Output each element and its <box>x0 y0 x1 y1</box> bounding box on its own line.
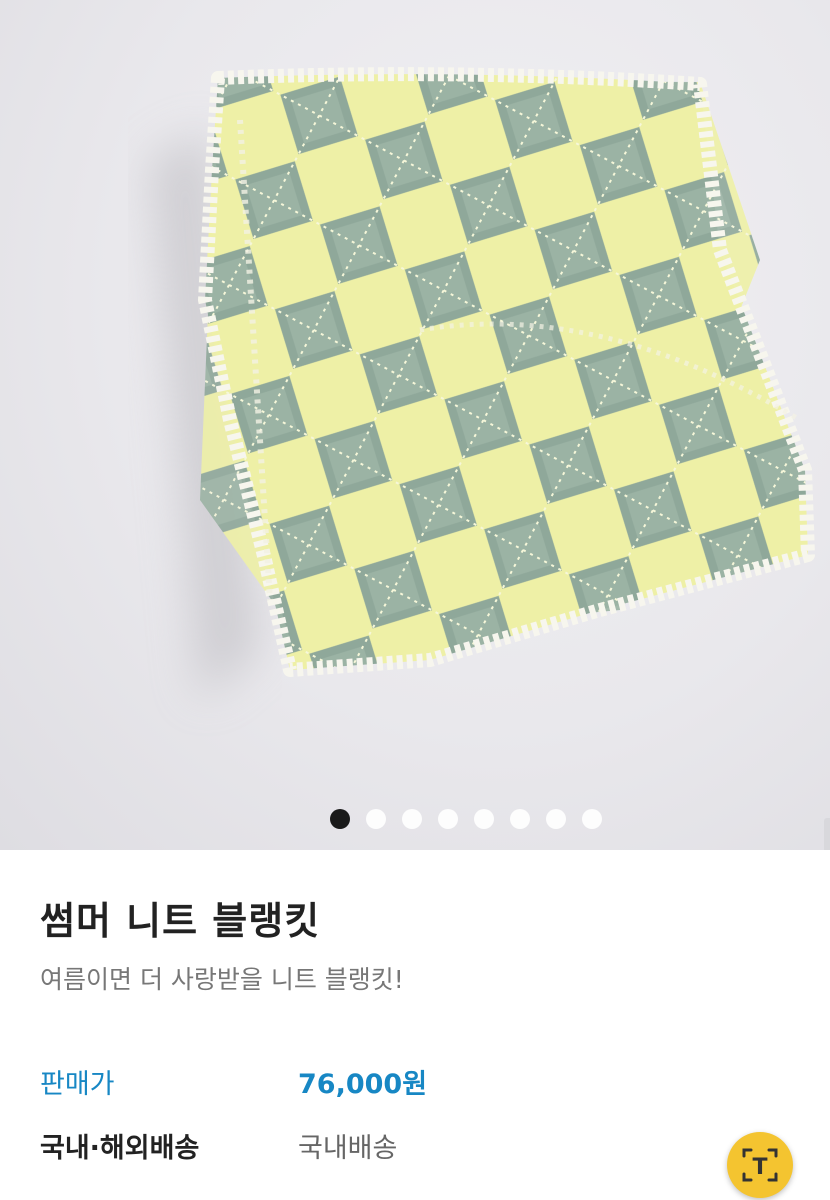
product-image-gallery[interactable] <box>0 0 830 850</box>
shipping-row: 국내·해외배송 국내배송 <box>40 1126 740 1166</box>
price-row: 판매가 76,000원 <box>40 1062 740 1102</box>
gallery-dot-6[interactable] <box>510 809 530 829</box>
gallery-dot-7[interactable] <box>546 809 566 829</box>
price-label: 판매가 <box>40 1069 115 1100</box>
shipping-label: 국내·해외배송 <box>40 1133 200 1164</box>
gallery-dot-2[interactable] <box>366 809 386 829</box>
gallery-dot-3[interactable] <box>402 809 422 829</box>
floating-camera-button[interactable]: T <box>727 1132 793 1198</box>
product-page: 썸머 니트 블랭킷 여름이면 더 사랑받을 니트 블랭킷! 판매가 76,000… <box>0 0 830 1200</box>
price-value: 76,000원 <box>298 1069 428 1100</box>
gallery-dot-4[interactable] <box>438 809 458 829</box>
gallery-pagination <box>0 806 830 830</box>
product-image <box>150 67 815 700</box>
gallery-dot-5[interactable] <box>474 809 494 829</box>
fab-letter: T <box>752 1155 767 1180</box>
gallery-dot-8[interactable] <box>582 809 602 829</box>
product-title: 썸머 니트 블랭킷 <box>40 899 321 943</box>
camera-text-icon: T <box>742 1148 778 1182</box>
product-subtitle: 여름이면 더 사랑받을 니트 블랭킷! <box>40 965 404 994</box>
shipping-value: 국내배송 <box>298 1133 398 1164</box>
product-info: 썸머 니트 블랭킷 여름이면 더 사랑받을 니트 블랭킷! 판매가 76,000… <box>0 850 830 1200</box>
gallery-dot-1[interactable] <box>330 809 350 829</box>
